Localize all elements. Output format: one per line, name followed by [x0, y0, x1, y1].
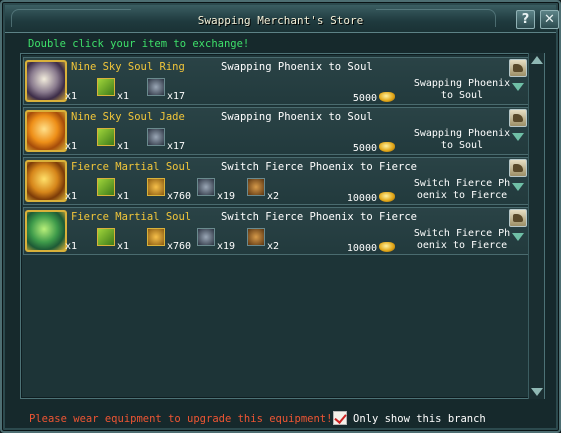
scroll-icon[interactable] — [97, 228, 115, 246]
item-qty: x1 — [65, 91, 78, 102]
material-qty: x19 — [217, 191, 236, 202]
price: 10000 — [346, 243, 377, 254]
martial-soul-icon[interactable] — [25, 210, 67, 252]
material-qty: x17 — [167, 141, 186, 152]
soul-ring-icon[interactable] — [25, 60, 67, 102]
recipe-name: Switch Fierce Phoenix to Fierce — [221, 161, 417, 173]
scroll-down-arrow-icon[interactable] — [531, 388, 543, 396]
grey-gem-icon[interactable] — [147, 128, 165, 146]
item-name: Fierce Martial Soul — [71, 161, 192, 173]
exchange-scroll-button[interactable] — [509, 159, 527, 177]
result-line: Switch Fierce Ph — [413, 178, 511, 189]
price: 5000 — [352, 93, 377, 104]
merchant-store-window: Swapping Merchant's Store ? ✕ Double cli… — [0, 0, 561, 433]
gold-coin-icon — [379, 92, 395, 102]
list-scrollbar[interactable] — [528, 53, 544, 399]
item-qty: x1 — [65, 241, 78, 252]
exchange-list: x1 Nine Sky Soul Ring Swapping Phoenix t… — [20, 53, 545, 399]
item-name: Nine Sky Soul Jade — [71, 111, 185, 123]
gold-coin-icon — [379, 142, 395, 152]
expand-arrow-icon[interactable] — [512, 183, 524, 191]
scroll-icon[interactable] — [97, 78, 115, 96]
gold-gem-icon[interactable] — [147, 178, 165, 196]
result-name: Swapping Phoenix to Soul — [412, 128, 512, 152]
price: 5000 — [352, 143, 377, 154]
gold-coin-icon — [379, 242, 395, 252]
recipe-name: Swapping Phoenix to Soul — [221, 61, 373, 73]
item-qty: x1 — [65, 141, 78, 152]
material-qty: x2 — [267, 191, 280, 202]
result-name: Switch Fierce Ph oenix to Fierce — [412, 178, 512, 202]
scroll-icon[interactable] — [97, 128, 115, 146]
material-qty: x2 — [267, 241, 280, 252]
window-title: Swapping Merchant's Store — [197, 14, 364, 27]
gold-coin-icon — [379, 192, 395, 202]
scroll-icon[interactable] — [97, 178, 115, 196]
list-item[interactable]: x1 Nine Sky Soul Ring Swapping Phoenix t… — [23, 57, 531, 105]
result-line: oenix to Fierce — [416, 240, 508, 251]
material-qty: x1 — [117, 91, 130, 102]
expand-arrow-icon[interactable] — [512, 133, 524, 141]
price: 10000 — [346, 193, 377, 204]
item-qty: x1 — [65, 191, 78, 202]
scroll-up-arrow-icon[interactable] — [531, 56, 543, 64]
list-item[interactable]: x1 Nine Sky Soul Jade Swapping Phoenix t… — [23, 107, 531, 155]
brown-gem-icon[interactable] — [247, 178, 265, 196]
martial-soul-icon[interactable] — [25, 160, 67, 202]
expand-arrow-icon[interactable] — [512, 83, 524, 91]
exchange-scroll-button[interactable] — [509, 59, 527, 77]
material-qty: x760 — [167, 191, 192, 202]
material-qty: x19 — [217, 241, 236, 252]
result-name: Switch Fierce Ph oenix to Fierce — [412, 228, 512, 252]
item-name: Fierce Martial Soul — [71, 211, 192, 223]
title-bar[interactable]: Swapping Merchant's Store ? ✕ — [5, 5, 559, 33]
recipe-name: Swapping Phoenix to Soul — [221, 111, 373, 123]
grey-gem-icon[interactable] — [197, 178, 215, 196]
item-name: Nine Sky Soul Ring — [71, 61, 185, 73]
grey-gem-icon[interactable] — [147, 78, 165, 96]
brown-gem-icon[interactable] — [247, 228, 265, 246]
gold-gem-icon[interactable] — [147, 228, 165, 246]
material-qty: x1 — [117, 141, 130, 152]
result-name: Swapping Phoenix to Soul — [412, 78, 512, 102]
result-line: Switch Fierce Ph — [413, 228, 511, 239]
material-qty: x1 — [117, 191, 130, 202]
exchange-hint: Double click your item to exchange! — [28, 38, 250, 50]
recipe-name: Switch Fierce Phoenix to Fierce — [221, 211, 417, 223]
material-qty: x17 — [167, 91, 186, 102]
result-line: Swapping Phoenix — [413, 78, 511, 89]
result-line: Swapping Phoenix — [413, 128, 511, 139]
soul-jade-icon[interactable] — [25, 110, 67, 152]
grey-gem-icon[interactable] — [197, 228, 215, 246]
branch-filter-checkbox[interactable] — [333, 411, 347, 425]
result-line: to Soul — [440, 90, 484, 101]
result-line: oenix to Fierce — [416, 190, 508, 201]
material-qty: x1 — [117, 241, 130, 252]
close-button[interactable]: ✕ — [540, 10, 559, 29]
upgrade-warning: Please wear equipment to upgrade this eq… — [29, 413, 333, 425]
list-item[interactable]: x1 Fierce Martial Soul Switch Fierce Pho… — [23, 207, 531, 255]
expand-arrow-icon[interactable] — [512, 233, 524, 241]
result-line: to Soul — [440, 140, 484, 151]
exchange-scroll-button[interactable] — [509, 109, 527, 127]
help-button[interactable]: ? — [516, 10, 535, 29]
material-qty: x760 — [167, 241, 192, 252]
exchange-scroll-button[interactable] — [509, 209, 527, 227]
list-item[interactable]: x1 Fierce Martial Soul Switch Fierce Pho… — [23, 157, 531, 205]
branch-filter-label[interactable]: Only show this branch — [353, 413, 486, 425]
